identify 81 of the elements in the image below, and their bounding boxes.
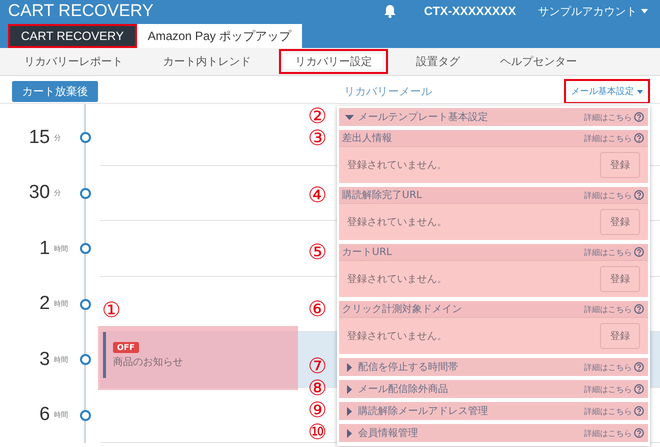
timeline-node[interactable]: [80, 243, 90, 254]
help-link[interactable]: 詳細はこちら: [584, 190, 632, 200]
annotation-number: ⑨: [308, 399, 327, 421]
section-header[interactable]: 会員情報管理 詳細はこちら: [339, 424, 648, 442]
help-icon[interactable]: [634, 428, 644, 438]
time-value: 30: [28, 182, 50, 204]
section-header[interactable]: 配信を停止する時間帯 詳細はこちら: [339, 358, 648, 376]
section-title: 差出人情報: [342, 132, 392, 145]
annotation-number: ④: [308, 184, 327, 206]
field-value: 登録されていません。: [347, 273, 447, 286]
help-link[interactable]: 詳細はこちら: [584, 112, 632, 122]
section-title: クリック計測対象ドメイン: [342, 302, 462, 316]
nav-tab[interactable]: リカバリーレポート: [12, 49, 135, 74]
help-link[interactable]: 詳細はこちら: [584, 406, 632, 416]
status-badge: OFF: [113, 342, 139, 352]
annotation-number: ⑩: [308, 421, 327, 443]
nav-tab[interactable]: ヘルプセンター: [488, 49, 589, 74]
email-title: 商品のお知らせ: [113, 356, 184, 368]
timeline-node[interactable]: [80, 298, 90, 310]
section-header[interactable]: 購読解除メールアドレス管理 詳細はこちら: [339, 402, 648, 420]
field-value: 登録されていません。: [347, 159, 447, 172]
help-link[interactable]: 詳細はこちら: [584, 304, 632, 314]
bell-icon[interactable]: [384, 4, 396, 18]
timeline-node[interactable]: [80, 132, 90, 144]
product-tab[interactable]: CART RECOVERY: [8, 24, 137, 48]
timeline-node[interactable]: [80, 410, 90, 421]
help-icon[interactable]: [634, 112, 644, 122]
field-value: 登録されていません。: [347, 330, 447, 343]
annotation-number: ⑥: [308, 298, 327, 320]
section-title: 購読解除メールアドレス管理: [358, 404, 488, 418]
caret-icon: [641, 8, 648, 14]
nav-tab[interactable]: 設置タグ: [404, 49, 472, 74]
annotation-number: ③: [308, 127, 327, 149]
annotation-number: ⑦: [308, 355, 327, 377]
help-link[interactable]: 詳細はこちら: [584, 362, 632, 372]
nav-tab[interactable]: カート内トレンド: [151, 49, 263, 74]
app-title: CART RECOVERY: [8, 1, 154, 21]
panel-title: リカバリーメール: [344, 84, 432, 99]
annotation-number: ⑧: [308, 377, 327, 399]
section-title: 会員情報管理: [358, 426, 418, 440]
product-tab[interactable]: Amazon Pay ポップアップ: [136, 24, 302, 48]
section-title: 購読解除完了URL: [342, 188, 422, 202]
section-header[interactable]: メールテンプレート基本設定 詳細はこちら: [339, 108, 648, 126]
annotation-number: ⑤: [308, 241, 327, 263]
timeline-node[interactable]: [80, 354, 90, 366]
caret-icon: [637, 90, 643, 94]
help-link[interactable]: 詳細はこちら: [584, 132, 632, 144]
annotation-number: ①: [102, 299, 121, 321]
help-icon[interactable]: [634, 384, 644, 394]
time-value: 15: [28, 126, 50, 149]
help-icon[interactable]: [634, 247, 644, 257]
help-icon[interactable]: [634, 133, 644, 143]
register-button[interactable]: 登録: [600, 323, 640, 349]
section-title: メールテンプレート基本設定: [358, 110, 488, 124]
section-header[interactable]: メール配信除外商品 詳細はこちら: [339, 380, 648, 398]
account-menu[interactable]: サンプルアカウント: [538, 4, 660, 18]
section-title: メール配信除外商品: [358, 382, 448, 396]
help-link[interactable]: 詳細はこちら: [584, 246, 632, 258]
annotation-number: ②: [308, 105, 327, 127]
settings-menu-button[interactable]: メール基本設定: [564, 79, 650, 104]
help-link[interactable]: 詳細はこちら: [584, 428, 632, 438]
nav-tab[interactable]: リカバリー設定: [279, 49, 388, 74]
help-icon[interactable]: [634, 304, 644, 314]
timeline-node[interactable]: [80, 188, 90, 199]
time-value: 3: [39, 348, 50, 371]
field-value: 登録されていません。: [347, 216, 447, 229]
time-value: 2: [39, 293, 50, 316]
help-link[interactable]: 詳細はこちら: [584, 384, 632, 394]
help-icon[interactable]: [634, 362, 644, 372]
timing-button[interactable]: カート放棄後: [12, 81, 98, 102]
email-card[interactable]: OFF 商品のお知らせ: [103, 332, 293, 378]
account-id: CTX-XXXXXXXX: [424, 4, 516, 18]
section-title: 配信を停止する時間帯: [358, 360, 458, 374]
register-button[interactable]: 登録: [600, 266, 640, 292]
register-button[interactable]: 登録: [600, 209, 640, 235]
time-value: 1: [39, 238, 50, 260]
time-value: 6: [39, 404, 50, 426]
help-icon[interactable]: [634, 190, 644, 200]
help-icon[interactable]: [634, 406, 644, 416]
register-button[interactable]: 登録: [600, 152, 640, 178]
section-title: カートURL: [342, 246, 392, 259]
